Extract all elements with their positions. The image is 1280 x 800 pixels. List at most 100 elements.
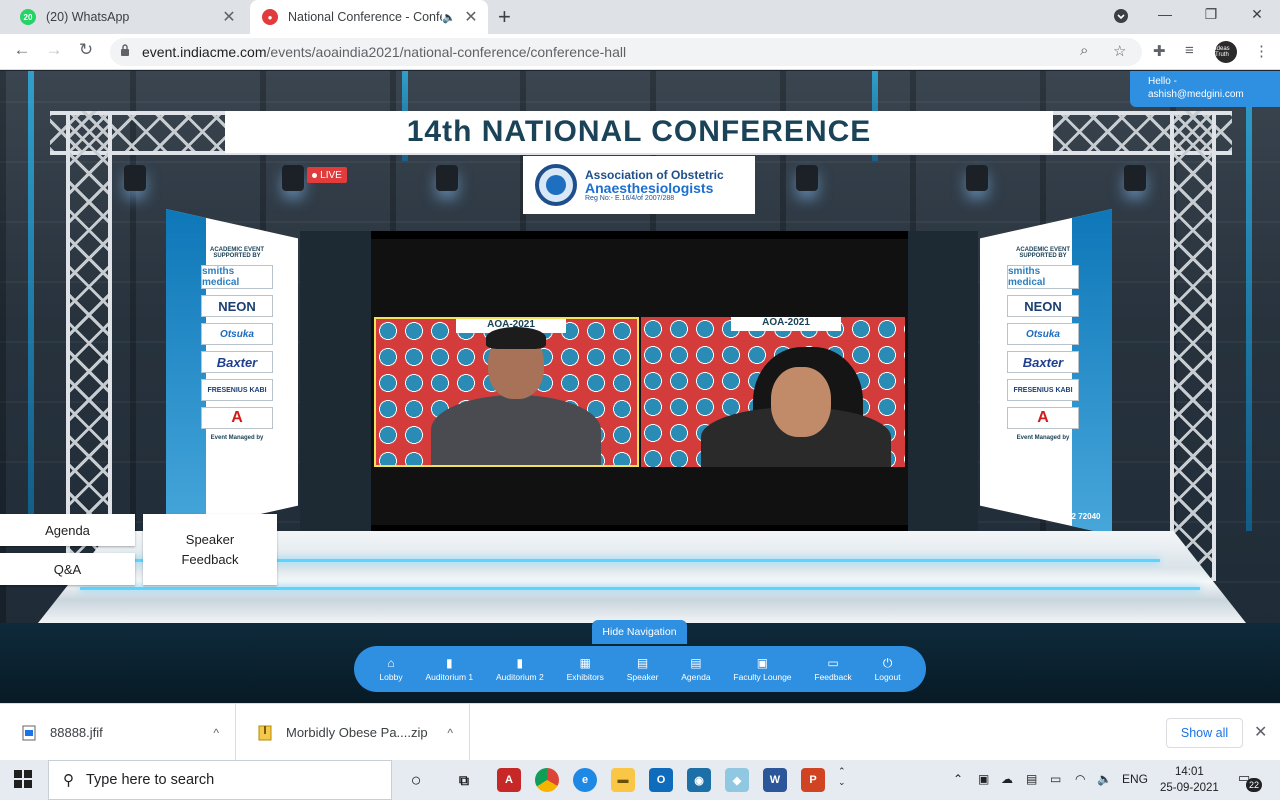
live-video-player[interactable]: AOA-2021 AOA-2021 bbox=[371, 231, 908, 533]
reading-list-icon[interactable]: ≡ bbox=[1185, 42, 1194, 59]
sponsor-otsuka: Otsuka bbox=[201, 323, 273, 345]
volume-icon[interactable]: 🔈 bbox=[1097, 772, 1112, 786]
logo-line-1: Association of Obstetric bbox=[585, 167, 724, 182]
sponsor-smiths-medical: smiths medical bbox=[201, 265, 273, 289]
windows-taskbar: ⚲ Type here to search ○ ⧉ A e ▬ O ◉ ◆ W … bbox=[0, 760, 1280, 800]
feedback-icon: ▭ bbox=[827, 655, 839, 670]
task-view-icon[interactable]: ⧉ bbox=[452, 768, 476, 792]
door-icon: ▮ bbox=[516, 655, 524, 670]
show-all-button[interactable]: Show all bbox=[1166, 718, 1243, 748]
sponsor-neon: NEON bbox=[1007, 295, 1079, 317]
wifi-icon[interactable]: ◠ bbox=[1075, 772, 1085, 786]
downloads-bar: 88888.jfif ^ Morbidly Obese Pa....zip ^ … bbox=[0, 703, 1280, 761]
hide-navigation-button[interactable]: Hide Navigation bbox=[592, 620, 687, 644]
minimize-button[interactable]: — bbox=[1153, 6, 1177, 22]
spotlight bbox=[124, 165, 146, 191]
file-explorer-icon[interactable]: ▬ bbox=[611, 768, 635, 792]
download-item[interactable]: 88888.jfif ^ bbox=[0, 704, 236, 761]
nav-exhibitors[interactable]: ▦ Exhibitors bbox=[567, 657, 604, 682]
app-icon[interactable]: ◆ bbox=[725, 768, 749, 792]
tab-whatsapp[interactable]: 20 (20) WhatsApp ✕ bbox=[8, 0, 246, 34]
feed-banner: AOA-2021 bbox=[731, 317, 841, 331]
close-downloads-icon[interactable]: ✕ bbox=[1254, 722, 1267, 742]
extensions-icon[interactable]: ✚ bbox=[1153, 42, 1166, 60]
tab-close-icon[interactable]: ✕ bbox=[218, 7, 240, 27]
logo-reg-number: Reg No:- E.16/4/of 2007/288 bbox=[585, 194, 675, 202]
powerpoint-icon[interactable]: P bbox=[801, 768, 825, 792]
stage-light-bar bbox=[1246, 71, 1252, 531]
outlook-icon[interactable]: O bbox=[649, 768, 673, 792]
app-icon[interactable]: ◉ bbox=[687, 768, 711, 792]
new-tab-button[interactable]: + bbox=[498, 4, 511, 30]
reload-button[interactable]: ↻ bbox=[74, 40, 98, 60]
tab-search-icon[interactable] bbox=[1109, 8, 1133, 27]
nav-logout[interactable]: ⏻ Logout bbox=[875, 657, 901, 682]
speaker-video-feed: AOA-2021 bbox=[374, 317, 639, 467]
language-indicator[interactable]: ENG bbox=[1122, 772, 1148, 786]
nav-agenda[interactable]: ▤ Agenda bbox=[681, 657, 710, 682]
clock[interactable]: 14:01 25-09-2021 bbox=[1160, 764, 1219, 796]
sponsor-otsuka: Otsuka bbox=[1007, 323, 1079, 345]
menu-icon[interactable]: ⋮ bbox=[1254, 42, 1269, 60]
back-button[interactable]: ← bbox=[10, 40, 34, 60]
download-filename: Morbidly Obese Pa....zip bbox=[286, 725, 428, 740]
spotlight bbox=[966, 165, 988, 191]
user-greeting[interactable]: Hello - ashish@medgini.com bbox=[1130, 71, 1280, 107]
forward-button[interactable]: → bbox=[42, 40, 66, 60]
meet-icon[interactable]: ▣ bbox=[978, 772, 989, 786]
chrome-icon[interactable] bbox=[535, 768, 559, 792]
spotlight bbox=[1124, 165, 1146, 191]
cortana-icon[interactable]: ○ bbox=[404, 768, 428, 792]
browser-toolbar: ← → ↻ event.indiacme.com/events/aoaindia… bbox=[0, 34, 1280, 70]
managed-by-label: Event Managed by bbox=[210, 435, 264, 441]
sponsor-smiths-medical: smiths medical bbox=[1007, 265, 1079, 289]
battery-icon[interactable]: ▭ bbox=[1050, 772, 1061, 786]
close-window-button[interactable]: ✕ bbox=[1245, 6, 1269, 23]
word-icon[interactable]: W bbox=[763, 768, 787, 792]
zip-file-icon bbox=[258, 725, 272, 740]
bookmark-star-icon[interactable]: ☆ bbox=[1113, 42, 1126, 60]
tab-close-icon[interactable]: ✕ bbox=[460, 7, 482, 27]
zoom-icon[interactable]: ⌕ bbox=[1080, 42, 1088, 59]
restore-button[interactable]: ❐ bbox=[1199, 6, 1223, 23]
whatsapp-icon: 20 bbox=[20, 9, 36, 25]
left-truss bbox=[66, 111, 112, 581]
nav-feedback[interactable]: ▭ Feedback bbox=[814, 657, 851, 682]
nav-lobby[interactable]: ⌂ Lobby bbox=[379, 657, 402, 682]
notification-icon[interactable]: ▭ 22 bbox=[1238, 770, 1262, 792]
home-icon: ⌂ bbox=[387, 655, 395, 670]
taskbar-search-input[interactable]: ⚲ Type here to search bbox=[48, 760, 392, 800]
taskbar-scroll-icon[interactable]: ⌃ ⌄ bbox=[838, 766, 846, 788]
windows-start-icon[interactable] bbox=[14, 770, 32, 788]
speaker-icon[interactable]: 🔈 bbox=[442, 11, 456, 24]
speaker-feedback-button[interactable]: Speaker Feedback bbox=[143, 514, 277, 585]
tab-title: (20) WhatsApp bbox=[46, 10, 130, 24]
show-hidden-icons-icon[interactable]: ⌃ bbox=[953, 772, 963, 786]
browser-tab-strip: 20 (20) WhatsApp ✕ ● National Conference… bbox=[0, 0, 1280, 34]
conference-hall-stage: 14th NATIONAL CONFERENCE Association of … bbox=[0, 71, 1280, 703]
nav-auditorium-2[interactable]: ▮ Auditorium 2 bbox=[496, 657, 544, 682]
printer-icon[interactable]: ▤ bbox=[1026, 772, 1037, 786]
chevron-up-icon[interactable]: ^ bbox=[447, 726, 453, 740]
chevron-up-icon[interactable]: ^ bbox=[213, 726, 219, 740]
agenda-button[interactable]: Agenda bbox=[0, 514, 135, 546]
onedrive-icon[interactable]: ☁ bbox=[1001, 772, 1013, 786]
image-file-icon bbox=[22, 725, 36, 740]
qa-button[interactable]: Q&A bbox=[0, 553, 135, 585]
managed-by-label: Event Managed by bbox=[1016, 435, 1070, 441]
bottom-navigation: ⌂ Lobby ▮ Auditorium 1 ▮ Auditorium 2 ▦ Exhi… bbox=[354, 646, 926, 692]
document-icon: ▤ bbox=[690, 655, 702, 670]
tab-national-conference[interactable]: ● National Conference - Confe 🔈 ✕ bbox=[250, 0, 488, 34]
edge-icon[interactable]: e bbox=[573, 768, 597, 792]
sponsor-neon: NEON bbox=[201, 295, 273, 317]
acrobat-icon[interactable]: A bbox=[497, 768, 521, 792]
search-icon: ⚲ bbox=[63, 772, 74, 789]
nav-auditorium-1[interactable]: ▮ Auditorium 1 bbox=[425, 657, 473, 682]
nav-faculty-lounge[interactable]: ▣ Faculty Lounge bbox=[733, 657, 791, 682]
download-item[interactable]: Morbidly Obese Pa....zip ^ bbox=[236, 704, 470, 761]
association-emblem-icon bbox=[535, 164, 577, 206]
address-bar[interactable]: event.indiacme.com/events/aoaindia2021/n… bbox=[110, 38, 1142, 66]
spotlight bbox=[796, 165, 818, 191]
nav-speaker[interactable]: ▤ Speaker bbox=[627, 657, 659, 682]
profile-avatar[interactable]: Ideas Truth bbox=[1215, 41, 1237, 63]
